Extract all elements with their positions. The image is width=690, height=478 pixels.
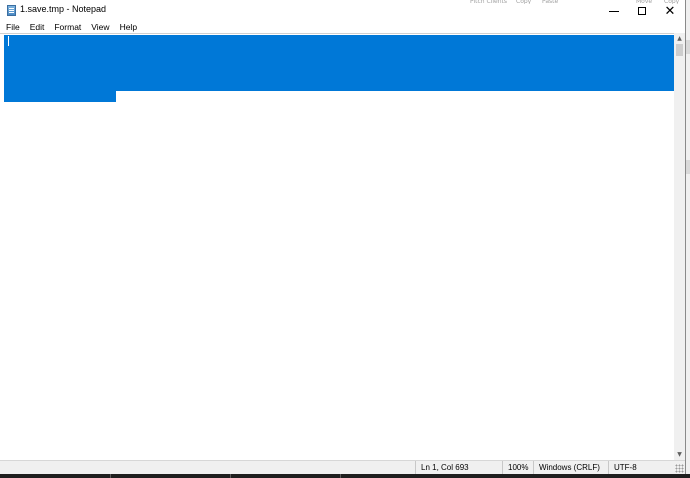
scrollbar-thumb[interactable]: [676, 44, 683, 56]
minimize-button[interactable]: [600, 0, 628, 22]
text-editor[interactable]: [0, 33, 674, 460]
menu-file[interactable]: File: [0, 22, 25, 33]
status-bar: Ln 1, Col 693 100% Windows (CRLF) UTF-8: [0, 460, 685, 474]
scroll-down-arrow-icon[interactable]: ▼: [674, 449, 685, 460]
text-caret: [8, 36, 9, 46]
vertical-scrollbar[interactable]: ▲ ▼: [674, 33, 685, 460]
status-encoding: UTF-8: [608, 461, 673, 474]
taskbar-separator: [110, 474, 111, 478]
background-ribbon-text: Pitch Clients: [470, 0, 508, 4]
taskbar-separator: [340, 474, 341, 478]
background-ribbon-text: Copy: [516, 0, 532, 4]
notepad-icon[interactable]: [7, 5, 16, 16]
taskbar: [0, 474, 690, 478]
window-title: 1.save.tmp - Notepad: [20, 4, 107, 14]
maximize-button[interactable]: [628, 0, 656, 22]
background-desktop: [686, 0, 690, 478]
status-zoom: 100%: [502, 461, 533, 474]
selected-text-tail[interactable]: [4, 91, 116, 102]
maximize-icon: [638, 7, 646, 15]
background-ribbon-text: Paste: [542, 0, 559, 4]
close-icon: ✕: [664, 3, 676, 19]
menu-format[interactable]: Format: [49, 22, 86, 33]
background-window-edge: [686, 40, 690, 54]
close-button[interactable]: ✕: [656, 0, 684, 22]
selected-text-block[interactable]: [4, 35, 674, 91]
resize-grip-icon[interactable]: [675, 464, 684, 473]
menu-edit[interactable]: Edit: [25, 22, 50, 33]
minimize-icon: [609, 10, 619, 12]
background-window-edge: [686, 160, 690, 174]
menu-bar: File Edit Format View Help: [0, 22, 685, 33]
scroll-up-arrow-icon[interactable]: ▲: [674, 33, 685, 44]
notepad-window: 1.save.tmp - Notepad Pitch Clients Copy …: [0, 0, 686, 478]
status-line-ending: Windows (CRLF): [533, 461, 608, 474]
taskbar-separator: [230, 474, 231, 478]
menu-help[interactable]: Help: [115, 22, 142, 33]
status-cursor-position: Ln 1, Col 693: [415, 461, 502, 474]
title-bar[interactable]: 1.save.tmp - Notepad Pitch Clients Copy …: [0, 0, 685, 22]
menu-view[interactable]: View: [86, 22, 114, 33]
